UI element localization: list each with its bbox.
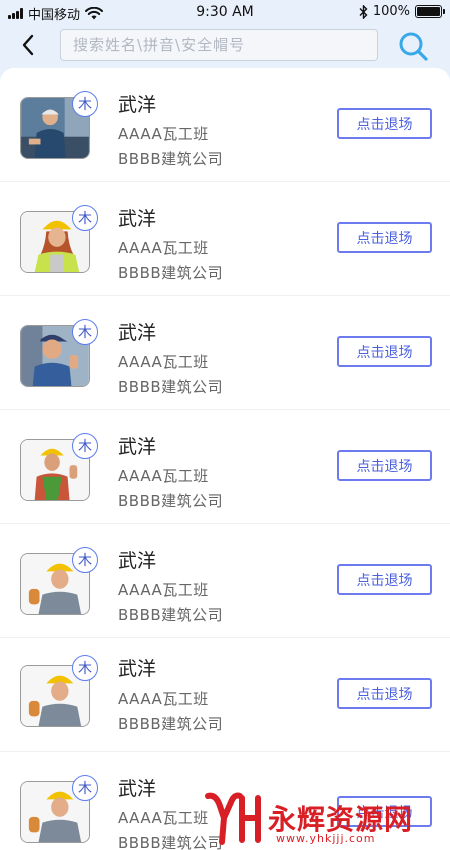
exit-site-button[interactable]: 点击退场 bbox=[337, 108, 432, 139]
bluetooth-icon bbox=[359, 4, 368, 19]
exit-site-button[interactable]: 点击退场 bbox=[337, 678, 432, 709]
worker-team: AAAA瓦工班 bbox=[118, 581, 209, 599]
trade-tag-badge: 木 bbox=[72, 91, 98, 117]
list-item: 木 武洋 AAAA瓦工班 BBBB建筑公司 点击退场 bbox=[0, 68, 450, 182]
watermark: 永辉资源网 www.yhkjjj.com bbox=[200, 786, 450, 850]
trade-tag-badge: 木 bbox=[72, 319, 98, 345]
back-button[interactable] bbox=[14, 30, 42, 60]
worker-company: BBBB建筑公司 bbox=[118, 150, 224, 168]
battery-level bbox=[417, 7, 440, 16]
worker-company: BBBB建筑公司 bbox=[118, 492, 224, 510]
search-input[interactable] bbox=[73, 36, 377, 54]
list-item: 木 武洋 AAAA瓦工班 BBBB建筑公司 点击退场 bbox=[0, 410, 450, 524]
list-item: 木 武洋 AAAA瓦工班 BBBB建筑公司 点击退场 bbox=[0, 296, 450, 410]
trade-tag-badge: 木 bbox=[72, 433, 98, 459]
list-item: 木 武洋 AAAA瓦工班 BBBB建筑公司 点击退场 bbox=[0, 524, 450, 638]
worker-company: BBBB建筑公司 bbox=[118, 606, 224, 624]
worker-team: AAAA瓦工班 bbox=[118, 809, 209, 827]
trade-tag-badge: 木 bbox=[72, 655, 98, 681]
worker-name: 武洋 bbox=[118, 778, 157, 800]
exit-site-button[interactable]: 点击退场 bbox=[337, 450, 432, 481]
search-button[interactable] bbox=[396, 30, 430, 62]
worker-company: BBBB建筑公司 bbox=[118, 715, 224, 733]
battery-icon bbox=[415, 5, 445, 18]
chevron-left-icon bbox=[22, 34, 34, 56]
watermark-logo bbox=[205, 792, 261, 845]
status-bar: 中国移动 9:30 AM 100% bbox=[0, 0, 450, 24]
search-header bbox=[0, 24, 450, 68]
watermark-url: www.yhkjjj.com bbox=[276, 832, 376, 845]
worker-team: AAAA瓦工班 bbox=[118, 353, 209, 371]
search-field[interactable] bbox=[60, 29, 378, 61]
list-item: 木 武洋 AAAA瓦工班 BBBB建筑公司 点击退场 bbox=[0, 182, 450, 296]
worker-team: AAAA瓦工班 bbox=[118, 467, 209, 485]
worker-name: 武洋 bbox=[118, 550, 157, 572]
list-item: 木 武洋 AAAA瓦工班 BBBB建筑公司 点击退场 bbox=[0, 638, 450, 752]
exit-site-button[interactable]: 点击退场 bbox=[337, 564, 432, 595]
worker-team: AAAA瓦工班 bbox=[118, 690, 209, 708]
exit-site-button[interactable]: 点击退场 bbox=[337, 222, 432, 253]
worker-team: AAAA瓦工班 bbox=[118, 125, 209, 143]
worker-name: 武洋 bbox=[118, 658, 157, 680]
trade-tag-badge: 木 bbox=[72, 775, 98, 801]
trade-tag-badge: 木 bbox=[72, 547, 98, 573]
worker-name: 武洋 bbox=[118, 322, 157, 344]
battery-percent: 100% bbox=[372, 4, 410, 19]
worker-name: 武洋 bbox=[118, 94, 157, 116]
worker-list: 木 武洋 AAAA瓦工班 BBBB建筑公司 点击退场 木 武洋 AAAA瓦工班 … bbox=[0, 68, 450, 850]
search-icon bbox=[399, 32, 428, 61]
worker-name: 武洋 bbox=[118, 436, 157, 458]
status-right: 100% bbox=[359, 4, 445, 19]
worker-company: BBBB建筑公司 bbox=[118, 378, 224, 396]
worker-company: BBBB建筑公司 bbox=[118, 264, 224, 282]
exit-site-button[interactable]: 点击退场 bbox=[337, 336, 432, 367]
worker-team: AAAA瓦工班 bbox=[118, 239, 209, 257]
worker-name: 武洋 bbox=[118, 208, 157, 230]
trade-tag-badge: 木 bbox=[72, 205, 98, 231]
